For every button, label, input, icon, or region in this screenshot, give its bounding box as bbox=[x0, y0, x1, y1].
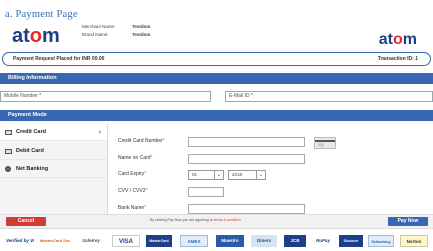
card-number-input[interactable] bbox=[188, 137, 305, 147]
cvv-input[interactable] bbox=[188, 187, 224, 197]
amex-logo: AMEX bbox=[180, 235, 208, 247]
terms-text: By clicking Pay Now you are agreeing to … bbox=[150, 218, 241, 222]
payment-brand-logos: Verified by VISA MasterCard SecureCode S… bbox=[0, 232, 433, 250]
brand-name-row: Brand Name: Testdom bbox=[82, 32, 150, 37]
payment-option-label: Net Banking bbox=[16, 166, 49, 172]
merchant-name-value: Testdom bbox=[132, 24, 151, 29]
name-on-card-label: Name on Card* bbox=[118, 155, 153, 161]
safekey-logo: SafeKey bbox=[82, 238, 100, 243]
brand-name-label: Brand Name: bbox=[82, 32, 109, 37]
mobile-number-field[interactable]: Mobile Number * bbox=[0, 91, 211, 102]
chevron-down-icon: ⌄ bbox=[214, 171, 223, 179]
mastercard-logo: MasterCard bbox=[146, 235, 172, 247]
jcb-logo: JCB bbox=[284, 235, 306, 247]
chevron-right-icon: › bbox=[98, 129, 101, 136]
card-cvv-illustration: ▯▯▯ bbox=[314, 137, 336, 149]
card-icon bbox=[5, 130, 12, 135]
payment-option-debit-card[interactable]: Debit Card bbox=[0, 143, 107, 160]
terms-link[interactable]: terms & condition bbox=[214, 218, 241, 222]
payment-mode-header: Payment Mode bbox=[0, 110, 433, 121]
card-icon bbox=[5, 149, 12, 154]
action-bar: Cancel By clicking Pay Now you are agree… bbox=[0, 214, 433, 229]
transaction-id: Transaction ID: 1 bbox=[377, 56, 418, 62]
netbanking-logo: Netbanking bbox=[368, 235, 394, 247]
discover-logo: Discover bbox=[339, 235, 363, 247]
maestro-logo: Maestro bbox=[216, 235, 244, 247]
card-expiry-label: Card Expiry* bbox=[118, 171, 147, 177]
bank-name-input[interactable] bbox=[188, 204, 305, 214]
merchant-name-row: Merchant Name: Testdom bbox=[82, 24, 150, 29]
payment-request-box: Payment Request Placed for INR 00.00 Tra… bbox=[2, 52, 431, 66]
chevron-down-icon: ⌄ bbox=[256, 171, 265, 179]
payment-option-label: Debit Card bbox=[16, 148, 44, 154]
payment-mode-sidebar: Credit Card › Debit Card Net Banking bbox=[0, 124, 108, 214]
expiry-month-select[interactable]: 01 ⌄ bbox=[188, 170, 224, 180]
atom-logo-right: atom bbox=[378, 31, 417, 48]
merchant-header: atom Merchant Name: Testdom Brand Name: … bbox=[2, 22, 431, 69]
email-id-field[interactable]: E-Mail ID * bbox=[225, 91, 433, 102]
cancel-button[interactable]: Cancel bbox=[6, 217, 46, 226]
mastercard-securecode-logo: MasterCard SecureCode bbox=[40, 238, 70, 243]
expiry-year-select[interactable]: 2018 ⌄ bbox=[228, 170, 266, 180]
diners-logo: Diners bbox=[251, 235, 277, 247]
payment-option-credit-card[interactable]: Credit Card › bbox=[0, 124, 107, 141]
page-caption: a. Payment Page bbox=[5, 9, 78, 20]
norton-logo: Norton bbox=[400, 235, 428, 247]
payment-request-text: Payment Request Placed for INR 00.00 bbox=[13, 56, 105, 62]
merchant-name-label: Merchant Name: bbox=[82, 24, 116, 29]
globe-icon bbox=[5, 166, 11, 172]
payment-option-label: Credit Card bbox=[16, 129, 46, 135]
bank-name-label: Bank Name* bbox=[118, 205, 147, 211]
verified-by-visa-logo: Verified by VISA bbox=[6, 238, 34, 243]
pay-now-button[interactable]: Pay Now bbox=[388, 217, 428, 226]
rupay-logo: RuPay bbox=[315, 238, 330, 243]
atom-logo: atom bbox=[12, 25, 60, 47]
payment-option-net-banking[interactable]: Net Banking bbox=[0, 161, 107, 178]
name-on-card-input[interactable] bbox=[188, 154, 305, 164]
card-cvv-illustration-graphic: ▯▯▯ bbox=[318, 143, 324, 147]
card-number-label: Credit Card Number* bbox=[118, 138, 165, 144]
cvv-label: CVV / CVV2* bbox=[118, 188, 148, 194]
billing-information-header: Billing Information bbox=[0, 73, 433, 84]
visa-logo: VISA bbox=[112, 235, 140, 247]
brand-name-value: Testdom bbox=[132, 32, 151, 37]
